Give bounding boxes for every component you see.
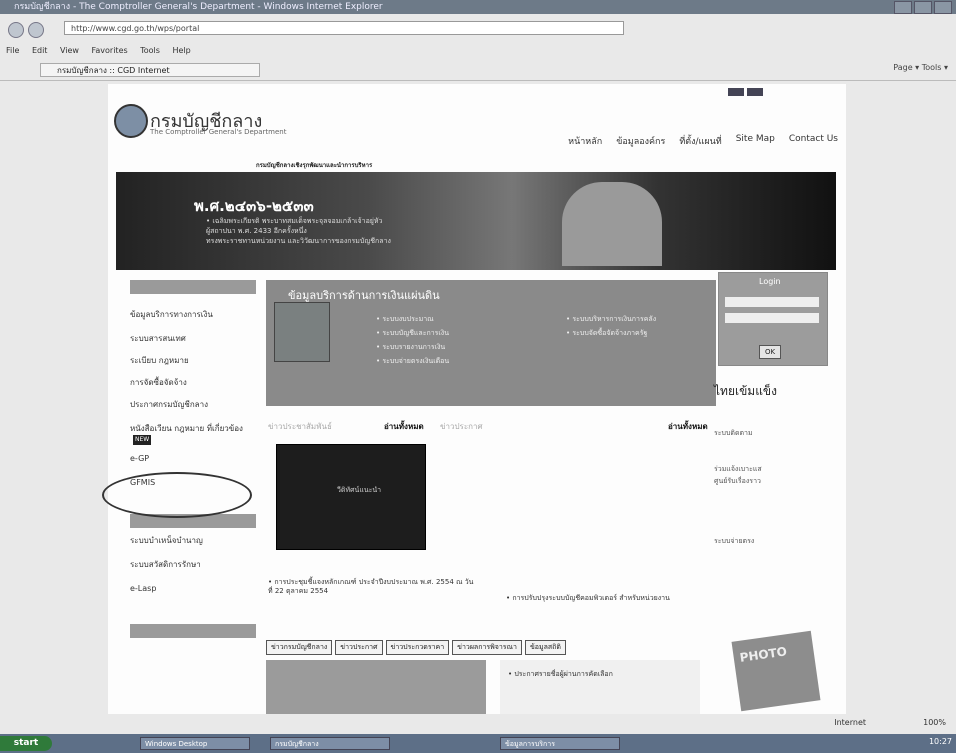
feature-link[interactable]: • ระบบบัญชีและการเงิน (376, 328, 449, 339)
sidebar-item[interactable]: e-GP (130, 454, 254, 464)
username-input[interactable] (725, 297, 819, 307)
taskbar: start Windows Desktop กรมบัญชีกลาง ข้อมู… (0, 734, 956, 753)
right-link[interactable]: ระบบติดตาม (714, 428, 753, 439)
forward-icon[interactable] (28, 22, 44, 38)
menu-favorites[interactable]: Favorites (92, 46, 128, 55)
zoom-level[interactable]: 100% (923, 718, 946, 727)
read-all-link[interactable]: อ่านทั้งหมด (384, 420, 424, 433)
sidebar-header (130, 624, 256, 638)
site-logo-subtitle: The Comptroller General's Department (150, 128, 287, 136)
bottom-tab[interactable]: ข่าวประกวดราคา (385, 640, 450, 655)
feature-link[interactable]: • ระบบบริหารการเงินการคลัง (566, 314, 656, 325)
news-item[interactable]: • การประชุมชี้แจงหลักเกณฑ์ ประจำปีงบประม… (268, 578, 478, 596)
clock: 10:27 (928, 737, 952, 746)
video-player[interactable]: วีดิทัศน์แนะนำ (276, 444, 426, 550)
maximize-button[interactable] (914, 1, 932, 14)
url-field[interactable]: http://www.cgd.go.th/wps/portal (64, 21, 624, 35)
nav-sitemap[interactable]: Site Map (736, 134, 775, 148)
address-bar: http://www.cgd.go.th/wps/portal (0, 18, 956, 40)
window-title: กรมบัญชีกลาง - The Comptroller General's… (0, 0, 956, 14)
read-all-link[interactable]: อ่านทั้งหมด (668, 420, 708, 433)
thai-flag-icon[interactable] (728, 88, 744, 96)
menu-file[interactable]: File (6, 46, 19, 55)
sidebar-item[interactable]: ระบบบำเหน็จบำนาญ (130, 536, 254, 546)
menu-edit[interactable]: Edit (32, 46, 48, 55)
login-box: Login OK (718, 272, 828, 366)
taskbar-item[interactable]: กรมบัญชีกลาง (270, 737, 390, 750)
pr-news-heading: ข่าวประชาสัมพันธ์ (268, 422, 332, 431)
taskbar-item[interactable]: Windows Desktop (140, 737, 250, 750)
sidebar-item[interactable]: e-Lasp (130, 584, 254, 594)
site-tagline: กรมบัญชีกลางเชิงรุกพัฒนาและนำการบริหาร (256, 162, 373, 169)
menu-tools[interactable]: Tools (140, 46, 160, 55)
login-title: Login (759, 277, 781, 286)
feature-link[interactable]: • ระบบงบประมาณ (376, 314, 434, 325)
nav-home[interactable]: หน้าหลัก (568, 134, 602, 148)
highlight-ellipse (102, 472, 252, 518)
right-link[interactable]: ระบบจ่ายตรง (714, 536, 754, 547)
status-bar: Internet 100% (0, 716, 956, 730)
sidebar-item-with-badge[interactable]: หนังสือเวียน กฎหมาย ที่เกี่ยวข้อง NEW (130, 424, 254, 445)
password-input[interactable] (725, 313, 819, 323)
bottom-news-panel: • ประกาศรายชื่อผู้ผ่านการคัดเลือก (500, 660, 700, 714)
feature-link[interactable]: • ระบบรายงานการเงิน (376, 342, 445, 353)
right-link[interactable]: ศูนย์รับเรื่องราว (714, 476, 761, 487)
web-page: กรมบัญชีกลาง The Comptroller General's D… (108, 84, 846, 714)
sidebar-item[interactable]: ระบบสวัสดิการรักษา (130, 560, 254, 570)
new-badge: NEW (133, 435, 152, 445)
menu-bar: File Edit View Favorites Tools Help (0, 44, 956, 58)
bottom-tabs: ข่าวกรมบัญชีกลาง ข่าวประกาศ ข่าวประกวดรา… (266, 640, 566, 655)
top-navigation: หน้าหลัก ข้อมูลองค์กร ที่ตั้ง/แผนที่ Sit… (568, 134, 838, 148)
close-button[interactable] (934, 1, 952, 14)
english-flag-icon[interactable] (747, 88, 763, 96)
taskbar-item[interactable]: ข้อมูลการบริการ (500, 737, 620, 750)
start-button[interactable]: start (0, 736, 52, 751)
sidebar-item[interactable]: ระเบียบ กฎหมาย (130, 356, 254, 366)
nav-location[interactable]: ที่ตั้ง/แผนที่ (679, 134, 721, 148)
photo-label: PHOTO (738, 644, 788, 665)
photo-gallery-banner[interactable]: PHOTO (731, 630, 821, 712)
feature-panel: ข้อมูลบริการด้านการเงินแผ่นดิน • ระบบงบป… (266, 280, 716, 406)
sidebar-header (130, 280, 256, 294)
sidebar-item[interactable]: ระบบสารสนเทศ (130, 334, 254, 344)
login-ok-button[interactable]: OK (759, 345, 781, 359)
tab-bar: กรมบัญชีกลาง :: CGD Internet Page ▾ Tool… (0, 60, 956, 81)
banner-title: พ.ศ.๒๔๓๖-๒๕๓๓ (194, 197, 314, 215)
zone-indicator: Internet (834, 718, 866, 727)
sidebar-item[interactable]: ข้อมูลบริการทางการเงิน (130, 310, 254, 320)
sidebar-item[interactable]: การจัดซื้อจัดจ้าง (130, 378, 254, 388)
slogan-logo[interactable]: ไทยเข้มแข็ง (714, 382, 777, 401)
language-flags (728, 88, 766, 99)
bottom-tab[interactable]: ข่าวผลการพิจารณา (452, 640, 522, 655)
bottom-tab[interactable]: ข้อมูลสถิติ (524, 640, 566, 655)
right-link[interactable]: ร่วมแจ้งเบาะแส (714, 464, 762, 475)
browser-tab[interactable]: กรมบัญชีกลาง :: CGD Internet (40, 63, 260, 77)
logo-emblem-icon (114, 104, 148, 138)
feature-link[interactable]: • ระบบจ่ายตรงเงินเดือน (376, 356, 449, 367)
nav-contact[interactable]: Contact Us (789, 134, 838, 148)
feature-link[interactable]: • ระบบจัดซื้อจัดจ้างภาครัฐ (566, 328, 647, 339)
news-item[interactable]: • ประกาศรายชื่อผู้ผ่านการคัดเลือก (508, 670, 613, 679)
nav-about[interactable]: ข้อมูลองค์กร (616, 134, 665, 148)
sidebar-item-label: หนังสือเวียน กฎหมาย ที่เกี่ยวข้อง (130, 424, 243, 433)
menu-help[interactable]: Help (172, 46, 190, 55)
sidebar-item[interactable]: ประกาศกรมบัญชีกลาง (130, 400, 254, 410)
banner-line: ทรงพระราชทานหน่วยงาน และวิวัฒนาการของกรม… (206, 237, 391, 245)
bottom-tab[interactable]: ข่าวประกาศ (335, 640, 383, 655)
announcement-heading: ข่าวประกาศ (440, 422, 483, 431)
window-controls (894, 1, 952, 14)
back-icon[interactable] (8, 22, 24, 38)
laptop-icon (274, 302, 330, 362)
hero-banner: พ.ศ.๒๔๓๖-๒๕๓๓ • เฉลิมพระเกียรติ พระบาทสม… (116, 172, 836, 270)
bottom-tab[interactable]: ข่าวกรมบัญชีกลาง (266, 640, 333, 655)
royal-portrait-image (562, 182, 662, 266)
menu-view[interactable]: View (60, 46, 79, 55)
command-bar[interactable]: Page ▾ Tools ▾ (893, 63, 948, 72)
video-caption: วีดิทัศน์แนะนำ (337, 486, 382, 494)
bottom-image-panel (266, 660, 486, 714)
minimize-button[interactable] (894, 1, 912, 14)
news-item[interactable]: • การปรับปรุงระบบบัญชีคอมพิวเตอร์ สำหรับ… (506, 594, 706, 603)
